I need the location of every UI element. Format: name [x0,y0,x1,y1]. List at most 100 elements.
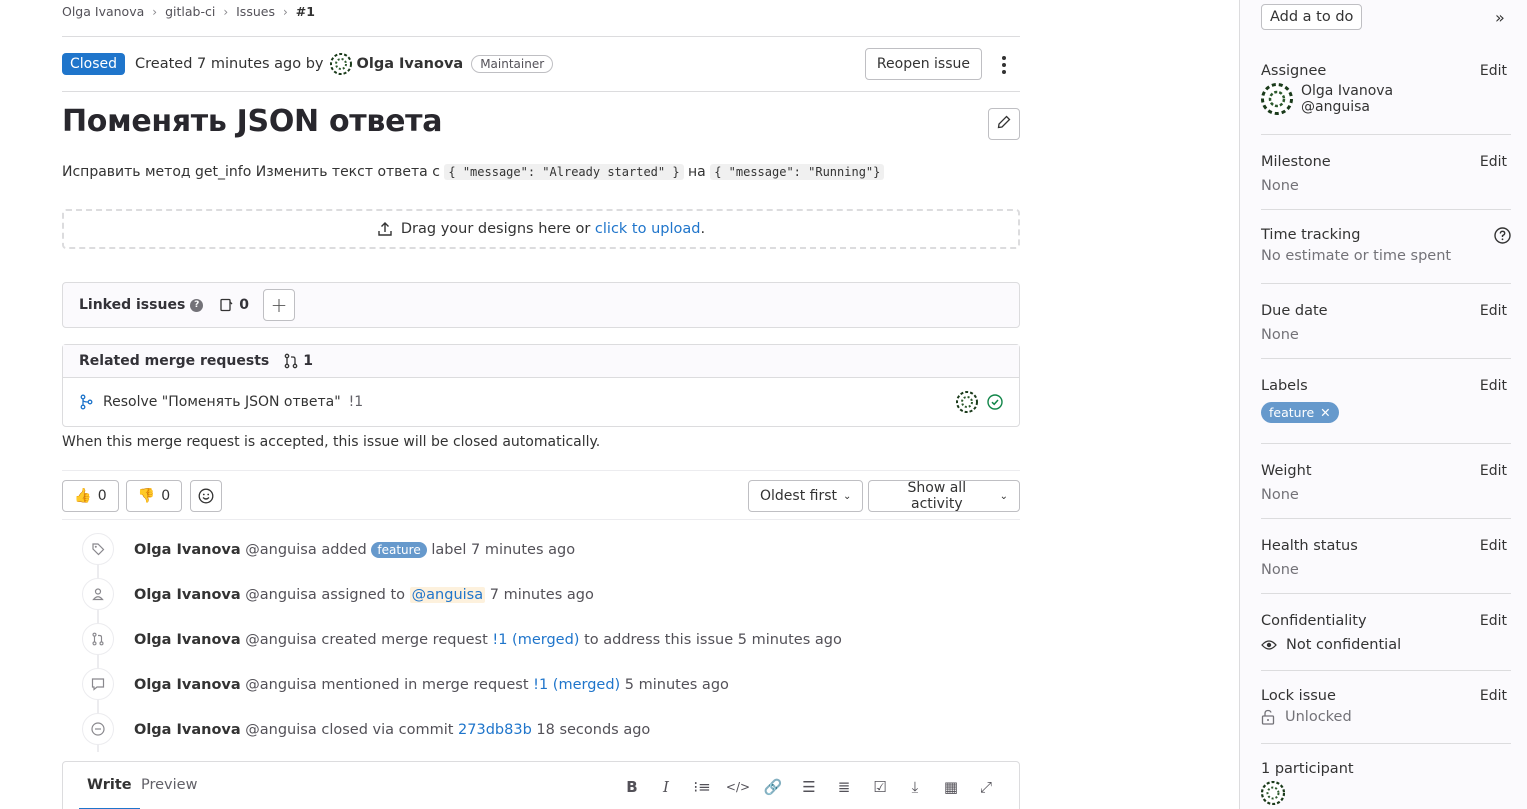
author-link[interactable]: Olga Ivanova [134,587,241,603]
remove-label-icon[interactable]: ✕ [1320,405,1330,420]
thumbs-up-button[interactable]: 👍 0 [62,480,119,512]
avatar[interactable] [329,53,352,75]
avatar[interactable] [1261,781,1285,805]
edit-milestone-button[interactable]: Edit [1480,154,1507,170]
code-icon[interactable]: </> [726,778,750,796]
help-icon[interactable] [1494,227,1511,244]
lock-issue-title: Lock issue [1261,688,1336,704]
italic-icon[interactable]: I [657,778,675,796]
collapse-sidebar-icon[interactable]: » [1495,8,1505,27]
merge-request-link[interactable]: !1 (merged) [533,677,620,693]
author-handle: @anguisa [245,676,317,693]
author-link[interactable]: Olga Ivanova [134,632,241,648]
quote-icon[interactable]: ⁝≡ [693,778,711,796]
breadcrumb-issues[interactable]: Issues [236,4,275,19]
created-info: Created 7 minutes ago by Olga Ivanova Ma… [135,53,554,75]
time-tracking-title: Time tracking [1261,227,1361,243]
sort-dropdown[interactable]: Oldest first ⌄ [748,480,864,512]
divider [62,36,1020,37]
comment-icon [82,668,114,700]
add-reaction-button[interactable] [190,480,222,512]
assignee-title: Assignee [1261,63,1327,79]
assignee-user[interactable]: Olga Ivanova @anguisa [1261,83,1511,115]
fullscreen-icon[interactable]: ⤢ [977,778,995,796]
role-badge: Maintainer [471,55,554,73]
timeline-tail: 7 minutes ago [489,586,594,603]
edit-confidentiality-button[interactable]: Edit [1480,613,1507,629]
chevron-down-icon: ⌄ [843,490,852,502]
related-mr-item-title[interactable]: Resolve "Поменять JSON ответа" [103,394,341,410]
assignee-section: Assignee Edit Olga Ivanova @anguisa [1261,63,1511,135]
add-linked-issue-button[interactable]: + [263,289,296,321]
tab-preview[interactable]: Preview [141,777,197,793]
timeline-item: Olga Ivanova @anguisa closed via commit … [62,707,1020,752]
commit-link[interactable]: 273db83b [458,722,532,738]
design-dropzone[interactable]: Drag your designs here or click to uploa… [62,209,1020,249]
pipeline-success-icon[interactable] [987,394,1003,410]
tab-write[interactable]: Write [79,777,140,809]
author-link[interactable]: Olga Ivanova [357,56,464,72]
merged-icon [79,394,93,410]
edit-health-status-button[interactable]: Edit [1480,538,1507,554]
related-mr-item-ref: !1 [348,394,364,410]
timeline-tail: 18 seconds ago [536,721,651,738]
thumbs-down-count: 0 [161,488,171,504]
thumbs-down-button[interactable]: 👎 0 [126,480,182,512]
breadcrumb-user[interactable]: Olga Ivanova [62,4,144,19]
breadcrumb-project[interactable]: gitlab-ci [165,4,215,19]
breadcrumb-current[interactable]: #1 [296,4,315,19]
edit-weight-button[interactable]: Edit [1480,463,1507,479]
author-link[interactable]: Olga Ivanova [134,722,241,738]
labels-section: Labels Edit feature ✕ [1261,378,1511,444]
bullet-list-icon[interactable]: ☰ [800,778,818,796]
numbered-list-icon[interactable]: ≣ [835,778,853,796]
bold-icon[interactable]: B [623,778,641,796]
linked-issues-title: Linked issues [79,297,186,313]
timeline-action: assigned to [321,586,406,603]
link-icon[interactable]: 🔗 [764,778,783,796]
user-mention-link[interactable]: @anguisa [409,586,486,603]
time-tracking-value: No estimate or time spent [1261,248,1452,264]
edit-lock-button[interactable]: Edit [1480,688,1507,704]
upload-link[interactable]: click to upload [595,221,701,237]
label-text: feature [1269,405,1315,420]
unlock-icon [1261,709,1275,725]
timeline-item: Olga Ivanova @anguisa created merge requ… [62,617,1020,662]
chevron-right-icon: › [152,4,158,19]
table-icon[interactable]: ▦ [942,778,960,796]
avatar [956,391,978,413]
assignee-handle: @anguisa [1301,99,1370,115]
help-icon[interactable]: ? [190,298,204,312]
due-date-value: None [1261,327,1299,343]
more-actions-icon[interactable] [998,53,1010,77]
closed-icon [82,713,114,745]
issue-header: Closed Created 7 minutes ago by Olga Iva… [62,48,1020,80]
reopen-issue-button[interactable]: Reopen issue [864,48,982,80]
created-text: Created 7 minutes ago by [135,56,324,72]
activity-filter-dropdown[interactable]: Show all activity ⌄ [868,480,1020,512]
add-todo-button[interactable]: Add a to do [1261,4,1363,30]
edit-labels-button[interactable]: Edit [1480,378,1507,394]
author-link[interactable]: Olga Ivanova [134,542,241,558]
related-mr-header: Related merge requests 1 [63,345,1019,378]
dropzone-text: Drag your designs here or [400,221,591,237]
related-mr-item[interactable]: Resolve "Поменять JSON ответа" !1 [63,378,1019,426]
edit-due-date-button[interactable]: Edit [1480,303,1507,319]
edit-assignee-button[interactable]: Edit [1480,63,1507,79]
author-link[interactable]: Olga Ivanova [134,677,241,693]
edit-title-button[interactable] [988,108,1020,140]
timeline-text: Olga Ivanova @anguisa assigned to @angui… [134,586,594,603]
thumbs-up-icon: 👍 [74,488,92,504]
thumbs-up-count: 0 [97,488,107,504]
related-mr-count: 1 [303,353,313,369]
label-pill[interactable]: feature [371,541,427,558]
awards-bar: 👍 0 👎 0 Oldest first ⌄ Show all activity ⌄ [62,470,1020,520]
comment-editor: Write Preview B I ⁝≡ </> 🔗 ☰ ≣ ☑ ⤓ ▦ ⤢ [62,761,1020,809]
merge-request-icon [82,623,114,655]
collapsible-icon[interactable]: ⤓ [906,778,924,796]
label-pill[interactable]: feature ✕ [1261,402,1339,423]
author-handle: @anguisa [245,631,317,648]
due-date-section: Due date Edit None [1261,303,1511,359]
merge-request-link[interactable]: !1 (merged) [492,632,579,648]
task-list-icon[interactable]: ☑ [871,778,889,796]
